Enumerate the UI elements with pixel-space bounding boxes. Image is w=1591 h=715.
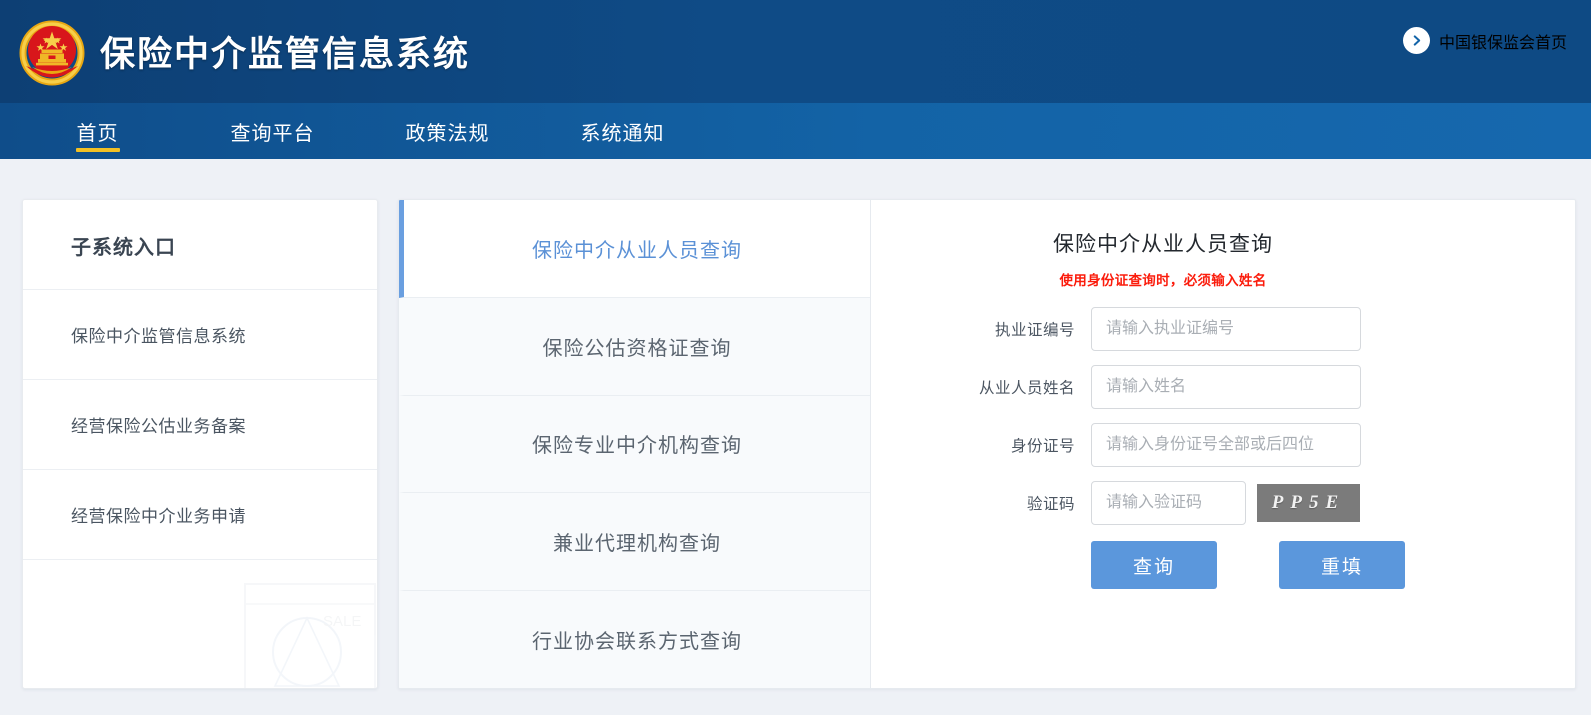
subsystem-entry-panel: 子系统入口 保险中介监管信息系统 经营保险公估业务备案 经营保险中介业务申请 S… bbox=[22, 199, 378, 689]
form-warning-text: 使用身份证查询时，必须输入姓名 bbox=[1059, 273, 1267, 288]
tab-association-contact-query[interactable]: 行业协会联系方式查询 bbox=[399, 591, 870, 688]
field-row-practitioner-name: 从业人员姓名 bbox=[871, 365, 1575, 409]
captcha-label: 验证码 bbox=[1026, 496, 1075, 513]
reset-form-button[interactable]: 重填 bbox=[1279, 541, 1405, 589]
china-national-emblem-icon bbox=[18, 19, 86, 87]
id-number-label: 身份证号 bbox=[1010, 438, 1075, 455]
nav-item-query-platform-label: 查询平台 bbox=[230, 122, 315, 145]
site-title: 保险中介监管信息系统 bbox=[100, 35, 471, 74]
sidebar-title: 子系统入口 bbox=[23, 200, 377, 290]
main-nav: 首页 查询平台 政策法规 系统通知 bbox=[0, 103, 1591, 159]
practitioner-query-form: 保险中介从业人员查询 使用身份证查询时，必须输入姓名 执业证编号 从业人员姓名 … bbox=[871, 200, 1575, 688]
nav-item-system-notice-label: 系统通知 bbox=[580, 122, 665, 145]
nav-item-home[interactable]: 首页 bbox=[10, 103, 185, 159]
tab-practitioner-query-label: 保险中介从业人员查询 bbox=[532, 239, 742, 262]
license-number-label: 执业证编号 bbox=[994, 322, 1075, 339]
tab-practitioner-query[interactable]: 保险中介从业人员查询 bbox=[399, 200, 870, 298]
practitioner-name-label: 从业人员姓名 bbox=[978, 380, 1075, 397]
id-number-input[interactable] bbox=[1091, 423, 1361, 467]
tab-concurrent-agency-query[interactable]: 兼业代理机构查询 bbox=[399, 493, 870, 591]
license-number-input[interactable] bbox=[1091, 307, 1361, 351]
practitioner-name-input[interactable] bbox=[1091, 365, 1361, 409]
svg-text:SALE: SALE bbox=[323, 613, 361, 630]
decorative-watermark-icon: SALE bbox=[244, 583, 376, 688]
nav-item-home-label: 首页 bbox=[76, 122, 119, 145]
form-action-buttons: 查询 重填 bbox=[871, 541, 1575, 589]
submit-query-button[interactable]: 查询 bbox=[1091, 541, 1217, 589]
captcha-input[interactable] bbox=[1091, 481, 1246, 525]
nav-item-policy-regulations[interactable]: 政策法规 bbox=[360, 103, 535, 159]
form-title: 保险中介从业人员查询 bbox=[1053, 233, 1273, 256]
nav-item-system-notice[interactable]: 系统通知 bbox=[535, 103, 710, 159]
tab-professional-agency-query[interactable]: 保险专业中介机构查询 bbox=[399, 395, 870, 494]
field-row-id-number: 身份证号 bbox=[871, 423, 1575, 467]
arrow-right-circle-icon bbox=[1402, 27, 1430, 54]
field-row-license-number: 执业证编号 bbox=[871, 307, 1575, 351]
sidebar-item-regulatory-system-label: 保险中介监管信息系统 bbox=[71, 327, 246, 346]
sidebar-item-loss-adjusting-filing-label: 经营保险公估业务备案 bbox=[71, 417, 246, 436]
query-tab-list: 保险中介从业人员查询 保险公估资格证查询 保险专业中介机构查询 兼业代理机构查询… bbox=[399, 200, 871, 688]
form-field-rows: 执业证编号 从业人员姓名 身份证号 验证码 PP5E bbox=[871, 307, 1575, 525]
nav-item-query-platform[interactable]: 查询平台 bbox=[185, 103, 360, 159]
sidebar-item-regulatory-system[interactable]: 保险中介监管信息系统 bbox=[23, 290, 377, 380]
external-site-link[interactable]: 中国银保监会首页 bbox=[1402, 27, 1567, 54]
nav-item-policy-regulations-label: 政策法规 bbox=[405, 122, 490, 145]
tab-association-contact-query-label: 行业协会联系方式查询 bbox=[532, 631, 742, 653]
query-card: 保险中介从业人员查询 保险公估资格证查询 保险专业中介机构查询 兼业代理机构查询… bbox=[398, 199, 1576, 689]
tab-loss-adjuster-certificate-query[interactable]: 保险公估资格证查询 bbox=[399, 297, 870, 396]
sidebar-item-intermediary-application[interactable]: 经营保险中介业务申请 bbox=[23, 470, 377, 560]
captcha-image-text: PP5E bbox=[1271, 492, 1346, 513]
external-site-link-label: 中国银保监会首页 bbox=[1438, 34, 1567, 52]
tab-professional-agency-query-label: 保险专业中介机构查询 bbox=[532, 435, 742, 458]
tab-loss-adjuster-certificate-query-label: 保险公估资格证查询 bbox=[542, 337, 732, 360]
page-body: 子系统入口 保险中介监管信息系统 经营保险公估业务备案 经营保险中介业务申请 S… bbox=[0, 159, 1591, 689]
field-row-captcha: 验证码 PP5E bbox=[871, 481, 1575, 525]
site-header: 保险中介监管信息系统 中国银保监会首页 bbox=[0, 0, 1591, 103]
sidebar-item-loss-adjusting-filing[interactable]: 经营保险公估业务备案 bbox=[23, 380, 377, 470]
sidebar-item-intermediary-application-label: 经营保险中介业务申请 bbox=[71, 507, 246, 526]
tab-concurrent-agency-query-label: 兼业代理机构查询 bbox=[553, 533, 721, 556]
captcha-image[interactable]: PP5E bbox=[1257, 484, 1360, 522]
